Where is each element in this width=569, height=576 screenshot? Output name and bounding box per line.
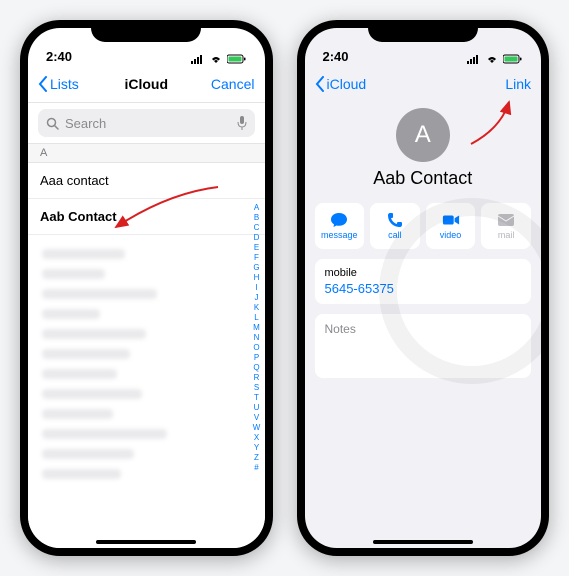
index-letter[interactable]: M — [253, 323, 260, 332]
index-letter[interactable]: B — [254, 213, 259, 222]
index-letter[interactable]: # — [254, 463, 258, 472]
index-letter[interactable]: E — [254, 243, 259, 252]
signal-icon — [191, 54, 205, 64]
index-letter[interactable]: D — [254, 233, 260, 242]
mail-icon — [497, 212, 515, 228]
index-letter[interactable]: X — [254, 433, 259, 442]
call-button[interactable]: call — [370, 203, 420, 249]
signal-icon — [467, 54, 481, 64]
contact-header: A Aab Contact — [305, 102, 542, 199]
index-letter[interactable]: F — [254, 253, 259, 262]
right-screen: 2:40 iCloud Link A Aab Conta — [305, 28, 542, 548]
back-label: Lists — [50, 76, 79, 92]
index-letter[interactable]: Z — [254, 453, 259, 462]
navbar: Lists iCloud Cancel — [28, 66, 265, 103]
index-letter[interactable]: S — [254, 383, 259, 392]
action-label: mail — [498, 230, 515, 240]
index-letter[interactable]: K — [254, 303, 259, 312]
notch — [368, 20, 478, 42]
index-letter[interactable]: U — [254, 403, 260, 412]
back-button[interactable]: iCloud — [315, 76, 375, 92]
index-letter[interactable]: V — [254, 413, 259, 422]
right-phone-frame: 2:40 iCloud Link A Aab Conta — [297, 20, 550, 556]
wifi-icon — [209, 54, 223, 64]
index-letter[interactable]: H — [254, 273, 260, 282]
back-button[interactable]: Lists — [38, 76, 98, 92]
index-letter[interactable]: W — [253, 423, 261, 432]
home-indicator[interactable] — [373, 540, 473, 544]
action-label: video — [440, 230, 462, 240]
index-letter[interactable]: A — [254, 203, 259, 212]
status-icons — [467, 54, 523, 64]
nav-title: iCloud — [124, 76, 168, 92]
index-letter[interactable]: L — [254, 313, 258, 322]
index-letter[interactable]: Q — [253, 363, 259, 372]
notes-label: Notes — [325, 322, 356, 336]
phone-card[interactable]: mobile 5645-65375 — [315, 259, 532, 304]
mic-icon[interactable] — [237, 116, 247, 130]
wifi-icon — [485, 54, 499, 64]
index-letter[interactable]: T — [254, 393, 259, 402]
index-letter[interactable]: G — [253, 263, 259, 272]
phone-label: mobile — [325, 267, 522, 279]
left-phone-frame: 2:40 Lists iCloud Cancel Search — [20, 20, 273, 556]
blurred-content — [28, 235, 265, 493]
status-time: 2:40 — [46, 49, 72, 64]
video-icon — [442, 212, 460, 228]
mail-button: mail — [481, 203, 531, 249]
phone-value: 5645-65375 — [325, 281, 522, 296]
action-row: message call video mail — [305, 203, 542, 249]
list-item-selected[interactable]: Aab Contact — [28, 199, 265, 235]
back-label: iCloud — [327, 76, 367, 92]
index-letter[interactable]: R — [254, 373, 260, 382]
link-label: Link — [505, 76, 531, 92]
battery-icon — [227, 54, 247, 64]
index-letter[interactable]: Y — [254, 443, 259, 452]
video-button[interactable]: video — [426, 203, 476, 249]
search-input[interactable]: Search — [38, 109, 255, 137]
index-letter[interactable]: P — [254, 353, 259, 362]
index-letter[interactable]: J — [255, 293, 259, 302]
list-item[interactable]: Aaa contact — [28, 163, 265, 199]
home-indicator[interactable] — [96, 540, 196, 544]
contact-name: Aab Contact — [373, 168, 472, 189]
notes-card[interactable]: Notes — [315, 314, 532, 378]
action-label: call — [388, 230, 402, 240]
notch — [91, 20, 201, 42]
status-icons — [191, 54, 247, 64]
contacts-list[interactable]: A Aaa contact Aab Contact ABCDEFGHIJKLMN… — [28, 143, 265, 548]
index-letter[interactable]: I — [255, 283, 257, 292]
status-time: 2:40 — [323, 49, 349, 64]
link-button[interactable]: Link — [471, 76, 531, 92]
message-icon — [330, 212, 348, 228]
alphabet-index[interactable]: ABCDEFGHIJKLMNOPQRSTUVWXYZ# — [251, 203, 263, 538]
search-icon — [46, 117, 59, 130]
chevron-left-icon — [38, 76, 48, 92]
phone-icon — [386, 212, 404, 228]
index-letter[interactable]: O — [253, 343, 259, 352]
search-placeholder: Search — [65, 116, 106, 131]
left-screen: 2:40 Lists iCloud Cancel Search — [28, 28, 265, 548]
cancel-button[interactable]: Cancel — [194, 76, 254, 92]
avatar-initial: A — [415, 121, 431, 149]
avatar[interactable]: A — [396, 108, 450, 162]
index-letter[interactable]: N — [254, 333, 260, 342]
chevron-left-icon — [315, 76, 325, 92]
cancel-label: Cancel — [211, 76, 255, 92]
navbar: iCloud Link — [305, 66, 542, 102]
action-label: message — [321, 230, 358, 240]
index-letter[interactable]: C — [254, 223, 260, 232]
message-button[interactable]: message — [315, 203, 365, 249]
section-header: A — [28, 143, 265, 163]
battery-icon — [503, 54, 523, 64]
